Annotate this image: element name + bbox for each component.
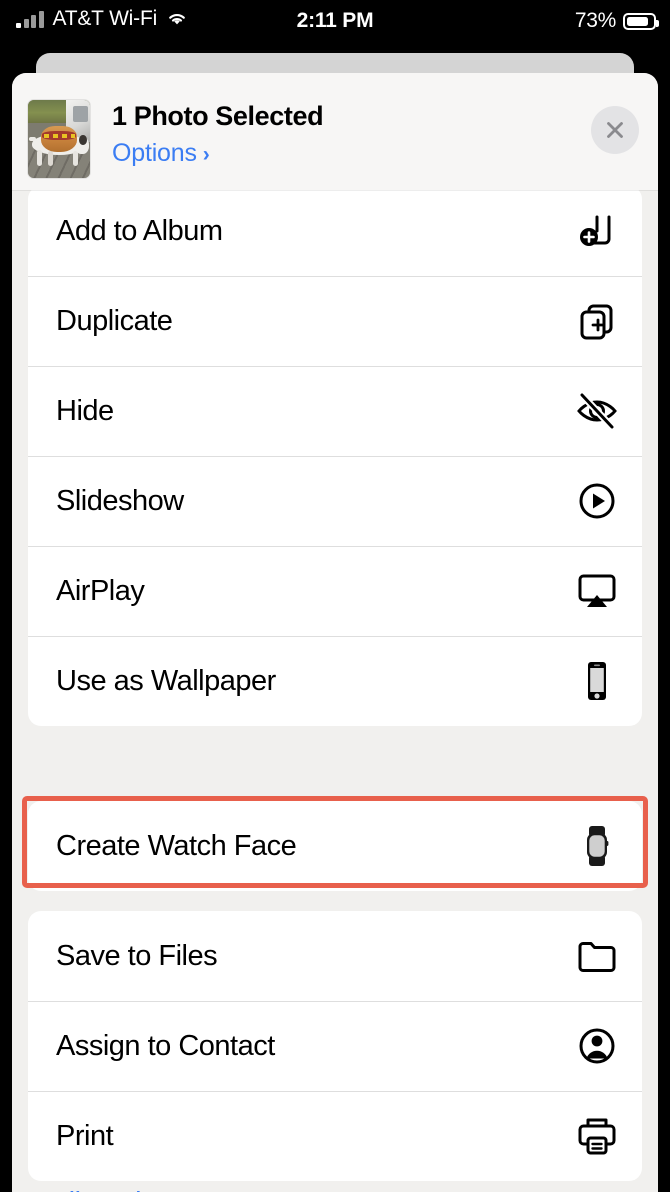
action-row-add-to-album[interactable]: Add to Album [28,186,642,276]
action-row-hide[interactable]: Hide [28,366,642,456]
battery-icon [623,12,659,30]
share-sheet-header: 1 Photo Selected Options › [12,73,658,190]
action-label: Hide [56,394,114,427]
iphone-screen: AT&T Wi-Fi 2:11 PM 73% Add to Album Dupl… [0,0,670,1192]
action-group-primary: Add to Album Duplicate Hide Slideshow Ai… [28,186,642,726]
printer-icon [574,1113,620,1159]
hide-eye-slash-icon [574,388,620,434]
action-label: Print [56,1119,114,1152]
action-label: Assign to Contact [56,1029,275,1062]
action-row-save-to-files[interactable]: Save to Files [28,911,642,1001]
page-title: 1 Photo Selected [112,101,324,131]
action-row-create-watch-face[interactable]: Create Watch Face [28,801,642,891]
iphone-icon [574,658,620,704]
action-label: Duplicate [56,304,173,337]
airplay-icon [574,568,620,614]
battery-percent-label: 73% [574,9,616,32]
action-label: Add to Album [56,214,223,247]
action-row-duplicate[interactable]: Duplicate [28,276,642,366]
action-row-print[interactable]: Print [28,1091,642,1181]
action-group-file-actions: Save to Files Assign to Contact Print [28,911,642,1181]
edit-actions-button[interactable]: Edit Actions... [40,1187,210,1192]
action-row-use-as-wallpaper[interactable]: Use as Wallpaper [28,636,642,726]
action-list: Add to Album Duplicate Hide Slideshow Ai… [12,73,658,1192]
slideshow-play-icon [574,478,620,524]
action-row-slideshow[interactable]: Slideshow [28,456,642,546]
add-to-album-icon [574,208,620,254]
action-label: AirPlay [56,574,145,607]
share-sheet: Add to Album Duplicate Hide Slideshow Ai… [12,73,658,1192]
close-icon [607,122,623,138]
duplicate-icon [574,298,620,344]
status-bar: AT&T Wi-Fi 2:11 PM 73% [0,0,670,44]
chevron-right-icon: › [202,143,210,166]
action-row-airplay[interactable]: AirPlay [28,546,642,636]
options-button[interactable]: Options › [112,139,210,168]
action-row-assign-to-contact[interactable]: Assign to Contact [28,1001,642,1091]
action-label: Use as Wallpaper [56,664,276,697]
action-label: Create Watch Face [56,829,297,862]
action-group-watch-face: Create Watch Face [28,801,642,891]
options-label: Options [112,139,197,167]
status-bar-right: 73% [574,9,659,33]
folder-icon [574,933,620,979]
action-label: Save to Files [56,939,218,972]
contact-person-icon [574,1023,620,1069]
photo-thumbnail[interactable] [28,100,90,178]
action-label: Slideshow [56,484,184,517]
apple-watch-icon [574,823,620,869]
clock-label: 2:11 PM [296,9,374,32]
close-button[interactable] [591,106,639,154]
